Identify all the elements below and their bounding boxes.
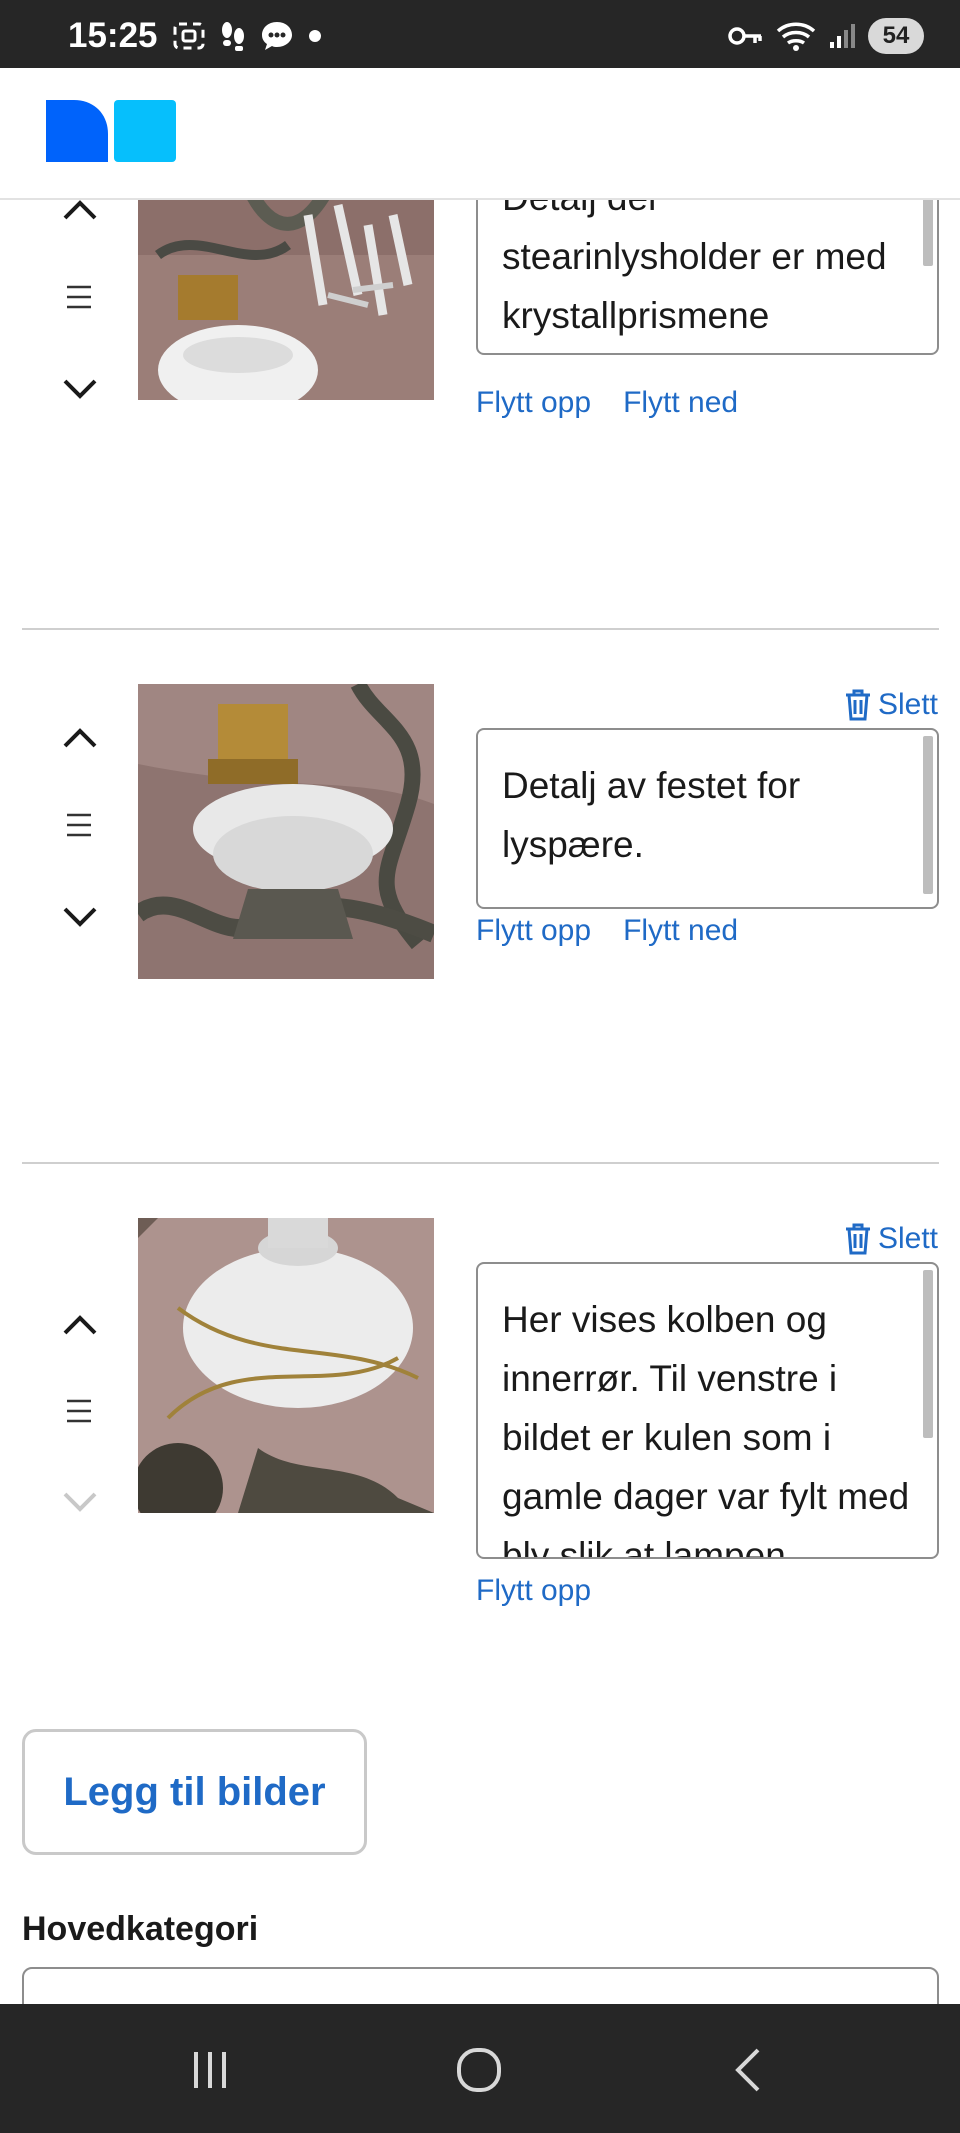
dot-icon — [309, 30, 321, 42]
caption-text: Her vises kolben og innerrør. Til venstr… — [502, 1299, 910, 1559]
app-header — [0, 68, 960, 200]
trash-icon — [845, 1223, 870, 1255]
move-down-link[interactable]: Flytt ned — [623, 914, 738, 948]
drag-handle-icon[interactable] — [64, 282, 94, 312]
caption-text: Detalj av festet for lyspære. — [502, 765, 801, 865]
back-icon[interactable] — [718, 2044, 778, 2096]
system-nav-bar — [0, 2004, 960, 2133]
image-thumbnail — [138, 684, 434, 979]
status-time: 15:25 — [68, 16, 158, 55]
move-links: Flytt opp — [476, 1574, 591, 1608]
delete-label: Slett — [877, 688, 938, 721]
drag-handle-icon[interactable] — [64, 810, 94, 840]
image-list: Detalj der stearinlysholder er med kryst… — [0, 200, 960, 2004]
image-item: Slett Detalj av festet for lyspære. Flyt… — [0, 684, 960, 988]
textarea-scrollbar[interactable] — [923, 200, 933, 266]
battery-icon: 54 — [868, 18, 924, 54]
image-thumbnail — [138, 1218, 434, 1513]
wifi-icon — [776, 22, 816, 51]
footsteps-icon — [222, 22, 244, 51]
textarea-scrollbar[interactable] — [923, 736, 933, 894]
move-up-arrow-icon[interactable] — [56, 1301, 104, 1349]
main-category-select[interactable] — [22, 1967, 939, 2004]
move-links: Flytt opp Flytt ned — [476, 386, 738, 420]
image-item: Detalj der stearinlysholder er med kryst… — [0, 200, 960, 660]
chat-icon — [262, 22, 292, 50]
move-up-arrow-icon[interactable] — [56, 714, 104, 762]
vpn-key-icon — [728, 27, 762, 45]
delete-label: Slett — [877, 1222, 938, 1255]
caption-textarea[interactable]: Her vises kolben og innerrør. Til venstr… — [476, 1262, 939, 1559]
textarea-scrollbar[interactable] — [923, 1270, 933, 1438]
trash-icon — [845, 689, 870, 721]
finn-logo[interactable] — [46, 100, 176, 167]
status-bar: 15:25 54 — [0, 0, 960, 68]
move-up-arrow-icon[interactable] — [56, 200, 104, 234]
home-icon[interactable] — [449, 2044, 509, 2096]
move-up-link[interactable]: Flytt opp — [476, 914, 591, 948]
add-images-button[interactable]: Legg til bilder — [22, 1729, 367, 1855]
caption-textarea[interactable]: Detalj av festet for lyspære. — [476, 728, 939, 909]
move-up-link[interactable]: Flytt opp — [476, 386, 591, 420]
signal-icon — [830, 24, 855, 48]
recent-apps-icon[interactable] — [180, 2044, 240, 2096]
move-down-arrow-icon-disabled — [56, 1478, 104, 1526]
screenshot-icon — [173, 22, 205, 50]
battery-level: 54 — [882, 22, 910, 49]
divider — [22, 628, 939, 630]
move-links: Flytt opp Flytt ned — [476, 914, 738, 948]
move-down-arrow-icon[interactable] — [56, 365, 104, 413]
move-down-link[interactable]: Flytt ned — [623, 386, 738, 420]
delete-button[interactable]: Slett — [844, 688, 938, 722]
move-down-arrow-icon[interactable] — [56, 893, 104, 941]
image-item: Slett Her vises kolben og innerrør. Til — [0, 1218, 960, 1642]
image-thumbnail — [138, 200, 434, 400]
drag-handle-icon[interactable] — [64, 1396, 94, 1426]
main-category-label: Hovedkategori — [22, 1910, 259, 1948]
notification-icons — [172, 20, 322, 52]
caption-textarea[interactable]: Detalj der stearinlysholder er med kryst… — [476, 200, 939, 355]
divider — [22, 1162, 939, 1164]
move-up-link[interactable]: Flytt opp — [476, 1574, 591, 1608]
delete-button[interactable]: Slett — [844, 1222, 938, 1256]
caption-text: Detalj der stearinlysholder er med kryst… — [502, 200, 887, 336]
system-icons: 54 — [728, 18, 924, 54]
